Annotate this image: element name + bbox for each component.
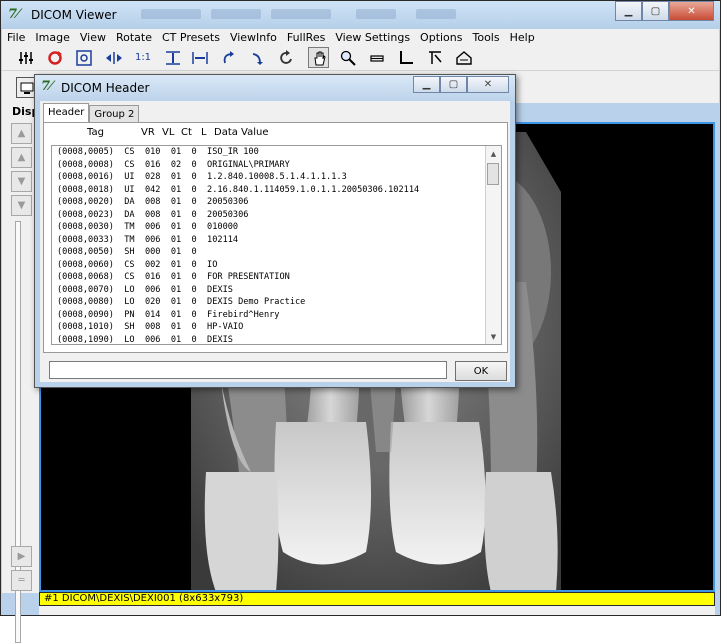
list-item[interactable]: (0008,0080) LO 020 01 0 DEXIS Demo Pract… (57, 296, 305, 309)
list-item[interactable]: (0008,0068) CS 016 01 0 FOR PRESENTATION (57, 271, 290, 284)
dialog-minimize-button[interactable]: ▁ (413, 76, 440, 93)
column-l: L (201, 127, 207, 138)
menu-tools[interactable]: Tools (473, 31, 500, 44)
titlebar-ghost (416, 9, 456, 19)
tab-group-2[interactable]: Group 2 (89, 105, 140, 123)
rotate-right-icon[interactable] (246, 47, 267, 68)
column-vl: VL (162, 127, 175, 138)
dialog-title: DICOM Header (61, 81, 150, 95)
menu-image[interactable]: Image (35, 31, 69, 44)
angle-icon[interactable] (424, 47, 445, 68)
roi-icon[interactable] (453, 47, 474, 68)
list-item[interactable]: (0008,0018) UI 042 01 0 2.16.840.1.11405… (57, 184, 419, 197)
fit-width-icon[interactable] (189, 47, 210, 68)
scroll-bottom-button[interactable]: ▼ (11, 195, 32, 216)
scroll-down-arrow-icon[interactable]: ▼ (486, 329, 501, 344)
header-search-input[interactable] (49, 361, 447, 379)
dialog-tabs: Header Group 2 (43, 103, 140, 123)
list-item[interactable]: (0008,1090) LO 006 01 0 DEXIS (57, 334, 233, 345)
list-item[interactable]: (0008,0008) CS 016 02 0 ORIGINAL\PRIMARY (57, 159, 290, 172)
bottom-strip (39, 606, 715, 615)
flip-vertical-icon[interactable] (162, 47, 183, 68)
fit-window-icon[interactable] (73, 47, 94, 68)
scroll-top-button[interactable]: ▲ (11, 123, 32, 144)
header-tab-pane: Tag VR VL Ct L Data Value (0008,0005) CS… (43, 122, 508, 353)
dialog-window-controls: ▁ ▢ ✕ (413, 76, 509, 93)
dialog-body: Header Group 2 Tag VR VL Ct L Data Value… (40, 101, 510, 382)
tab-header[interactable]: Header (43, 103, 90, 123)
menu-fullres[interactable]: FullRes (287, 31, 325, 44)
titlebar-ghost (211, 9, 261, 19)
rotate-left-icon[interactable] (217, 47, 238, 68)
list-item[interactable]: (0008,0023) DA 008 01 0 20050306 (57, 209, 248, 222)
list-item[interactable]: (0008,0020) DA 008 01 0 20050306 (57, 196, 248, 209)
rotate-cw-icon[interactable] (275, 47, 296, 68)
column-data-value: Data Value (214, 127, 269, 138)
menu-help[interactable]: Help (510, 31, 535, 44)
menu-file[interactable]: File (7, 31, 25, 44)
scroll-down-button[interactable]: ▼ (11, 171, 32, 192)
ok-button[interactable]: OK (455, 361, 507, 381)
list-scrollbar[interactable]: ▲ ▼ (485, 146, 501, 344)
maximize-button[interactable]: ▢ (642, 1, 669, 21)
scroll-up-arrow-icon[interactable]: ▲ (486, 146, 501, 161)
play-button[interactable]: ▶ (11, 546, 32, 567)
menu-view-settings[interactable]: View Settings (335, 31, 410, 44)
actual-size-button[interactable]: 1:1 (130, 47, 156, 68)
list-item[interactable]: (0008,0005) CS 010 01 0 ISO_IR 100 (57, 146, 259, 159)
window-title: DICOM Viewer (31, 8, 117, 22)
header-list[interactable]: (0008,0005) CS 010 01 0 ISO_IR 100 (0008… (51, 145, 502, 345)
list-item[interactable]: (0008,1010) SH 008 01 0 HP-VAIO (57, 321, 243, 334)
menu-bar: File Image View Rotate CT Presets ViewIn… (2, 29, 719, 45)
list-item[interactable]: (0008,0030) TM 006 01 0 010000 (57, 221, 238, 234)
zoom-icon[interactable] (337, 47, 358, 68)
close-button[interactable]: ✕ (669, 1, 714, 21)
dialog-logo-icon: 7⁄ (41, 79, 53, 94)
list-item[interactable]: (0008,0070) LO 006 01 0 DEXIS (57, 284, 233, 297)
titlebar-ghost (141, 9, 201, 19)
titlebar-ghost (271, 9, 331, 19)
window-controls: ▁ ▢ ✕ (615, 1, 714, 21)
minimize-button[interactable]: ▁ (615, 1, 642, 21)
column-vr: VR (141, 127, 155, 138)
dialog-title-bar[interactable]: 7⁄ DICOM Header ▁ ▢ ✕ (35, 75, 515, 101)
pan-icon[interactable] (308, 47, 329, 68)
magnify-icon[interactable] (366, 47, 387, 68)
list-item[interactable]: (0008,0033) TM 006 01 0 102114 (57, 234, 238, 247)
toolbar: 1:1 (2, 45, 719, 71)
menu-ct-presets[interactable]: CT Presets (162, 31, 220, 44)
status-bar: #1 DICOM\DEXIS\DEXI001 (8x633x793) (39, 592, 715, 606)
menu-viewinfo[interactable]: ViewInfo (230, 31, 277, 44)
measure-icon[interactable] (395, 47, 416, 68)
list-item[interactable]: (0008,0090) PN 014 01 0 Firebird^Henry (57, 309, 279, 322)
dialog-close-button[interactable]: ✕ (467, 76, 509, 93)
dicom-header-dialog: 7⁄ DICOM Header ▁ ▢ ✕ Header Group 2 Tag… (34, 74, 516, 388)
column-ct: Ct (181, 127, 192, 138)
dialog-maximize-button[interactable]: ▢ (440, 76, 467, 93)
menu-options[interactable]: Options (420, 31, 462, 44)
app-logo-icon: 7⁄ (8, 7, 20, 22)
scrollbar-thumb[interactable] (487, 163, 499, 185)
menu-rotate[interactable]: Rotate (116, 31, 152, 44)
titlebar-ghost (356, 9, 396, 19)
scroll-up-button[interactable]: ▲ (11, 147, 32, 168)
flip-horizontal-icon[interactable] (103, 47, 124, 68)
cine-slider-handle[interactable]: ═ (11, 570, 32, 591)
reset-icon[interactable] (44, 47, 65, 68)
list-item[interactable]: (0008,0060) CS 002 01 0 IO (57, 259, 217, 272)
column-tag: Tag (87, 127, 104, 138)
list-item[interactable]: (0008,0016) UI 028 01 0 1.2.840.10008.5.… (57, 171, 347, 184)
menu-view[interactable]: View (80, 31, 106, 44)
list-item[interactable]: (0008,0050) SH 000 01 0 (57, 246, 197, 259)
levels-icon[interactable] (15, 47, 36, 68)
title-bar[interactable]: 7⁄ DICOM Viewer ▁ ▢ ✕ (1, 1, 720, 29)
